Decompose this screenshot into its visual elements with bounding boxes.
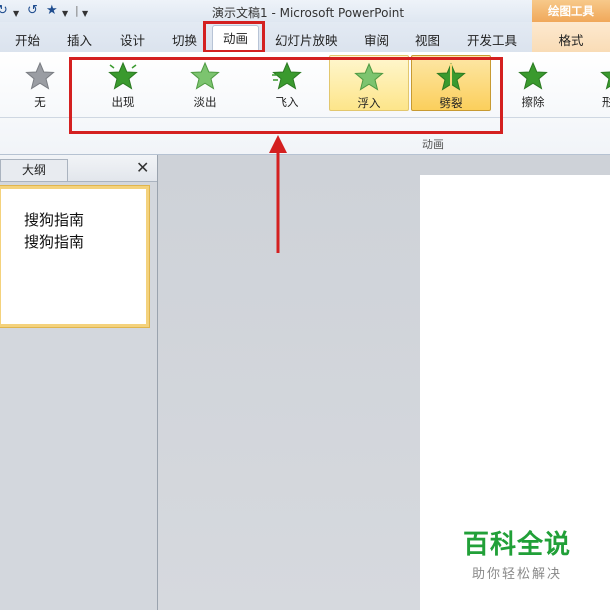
effect-none[interactable]: 无 xyxy=(0,55,80,111)
annotation-arrow-icon xyxy=(269,135,287,253)
tab-transitions[interactable]: 切换 xyxy=(172,30,197,49)
tab-format[interactable]: 格式 xyxy=(532,22,610,52)
tab-outline-label: 大纲 xyxy=(21,163,46,177)
title-bar: ↻ ▼ ↺ ★ ▼ | ▼ 演示文稿1 - Microsoft PowerPoi… xyxy=(0,0,610,22)
close-icon[interactable]: ✕ xyxy=(136,158,149,177)
effect-label: 形 xyxy=(602,95,610,109)
slide-text-line: 搜狗指南 xyxy=(24,211,85,229)
slide-thumbnail[interactable]: 搜狗指南 搜狗指南 xyxy=(0,186,149,327)
slides-outline-pane: 大纲 ✕ 搜狗指南 搜狗指南 xyxy=(0,155,158,610)
tab-outline[interactable]: 大纲 xyxy=(0,159,68,181)
separator-icon: | xyxy=(75,4,79,17)
annotation-box-tab xyxy=(203,21,265,53)
star-green-icon xyxy=(600,71,610,90)
star-icon[interactable]: ★ xyxy=(46,3,58,19)
drawing-tools-label: 绘图工具 xyxy=(532,0,610,22)
tab-home[interactable]: 开始 xyxy=(15,30,40,49)
dropdown-arrow-icon[interactable]: ▼ xyxy=(62,6,68,22)
window-title: 演示文稿1 - Microsoft PowerPoint xyxy=(212,6,405,20)
tab-view[interactable]: 视图 xyxy=(415,30,440,49)
watermark: 百科全说 助你轻松解决 xyxy=(452,524,582,582)
ribbon-group-label: 动画 xyxy=(422,138,444,151)
tab-slideshow[interactable]: 幻灯片放映 xyxy=(275,30,338,49)
tab-developer[interactable]: 开发工具 xyxy=(467,30,517,49)
tab-format-label: 格式 xyxy=(558,33,584,48)
effect-wipe[interactable]: 擦除 xyxy=(493,55,573,111)
ribbon-tab-row: 开始 插入 设计 切换 动画 幻灯片放映 审阅 视图 开发工具 格式 xyxy=(0,22,610,52)
star-gray-icon xyxy=(25,61,55,90)
undo-icon[interactable]: ↺ xyxy=(27,3,38,19)
tab-insert[interactable]: 插入 xyxy=(67,30,92,49)
slide-text-line: 搜狗指南 xyxy=(24,233,85,251)
tab-design[interactable]: 设计 xyxy=(120,30,145,49)
dropdown-arrow-icon[interactable]: ▼ xyxy=(13,6,19,22)
slide-text: 搜狗指南 搜狗指南 xyxy=(24,209,84,253)
effect-shape[interactable]: 形 xyxy=(575,55,610,111)
effect-label: 擦除 xyxy=(521,95,545,109)
watermark-main: 百科全说 xyxy=(462,530,571,560)
tab-review[interactable]: 审阅 xyxy=(364,30,389,49)
annotation-box-effects xyxy=(69,57,503,134)
redo-arrow-icon[interactable]: ↻ xyxy=(0,3,8,19)
pane-tab-strip: 大纲 ✕ xyxy=(0,155,157,182)
star-green-icon xyxy=(518,61,548,90)
watermark-sub: 助你轻松解决 xyxy=(471,567,562,582)
effect-label: 无 xyxy=(34,95,46,109)
customize-icon[interactable]: ▼ xyxy=(82,6,88,22)
